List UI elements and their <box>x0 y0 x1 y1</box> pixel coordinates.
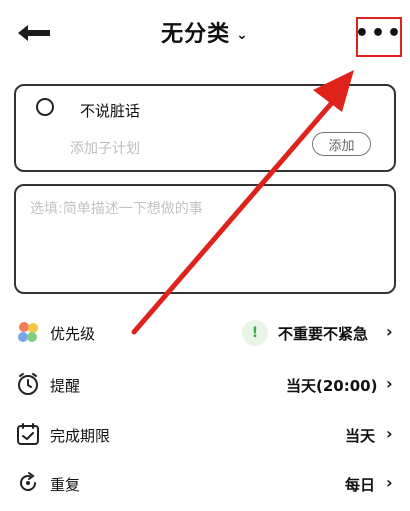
description-placeholder: 选填:简单描述一下想做的事 <box>30 201 203 217</box>
chevron-down-icon: ⌄ <box>236 27 249 43</box>
task-title[interactable]: 不说脏话 <box>80 100 140 121</box>
subplan-input[interactable]: 添加子计划 <box>70 138 140 158</box>
category-title[interactable]: 无分类 ⌄ <box>0 16 410 48</box>
deadline-chevron-icon[interactable]: › <box>386 424 393 443</box>
repeat-label: 重复 <box>50 476 81 494</box>
task-card <box>14 84 396 172</box>
priority-value[interactable]: 不重要不紧急 <box>278 323 368 344</box>
repeat-icon <box>20 472 36 491</box>
add-subplan-button[interactable]: 添加 <box>312 132 371 156</box>
more-dots-icon: ••• <box>354 21 404 46</box>
reminder-value[interactable]: 当天(20:00) <box>286 375 377 396</box>
priority-label: 优先级 <box>50 325 96 343</box>
alarm-clock-icon <box>18 373 38 395</box>
calendar-check-icon <box>17 423 39 445</box>
more-button[interactable]: ••• <box>354 17 404 57</box>
priority-chevron-icon[interactable]: › <box>386 322 393 341</box>
deadline-value[interactable]: 当天 <box>345 425 375 446</box>
priority-badge-icon: ! <box>242 320 268 346</box>
category-title-label: 无分类 <box>161 22 231 47</box>
task-complete-radio[interactable] <box>36 98 54 116</box>
reminder-label: 提醒 <box>50 377 81 395</box>
deadline-label: 完成期限 <box>50 427 111 445</box>
priority-icon <box>18 322 38 342</box>
repeat-value[interactable]: 每日 <box>345 474 375 495</box>
reminder-chevron-icon[interactable]: › <box>386 374 393 393</box>
repeat-chevron-icon[interactable]: › <box>386 473 393 492</box>
